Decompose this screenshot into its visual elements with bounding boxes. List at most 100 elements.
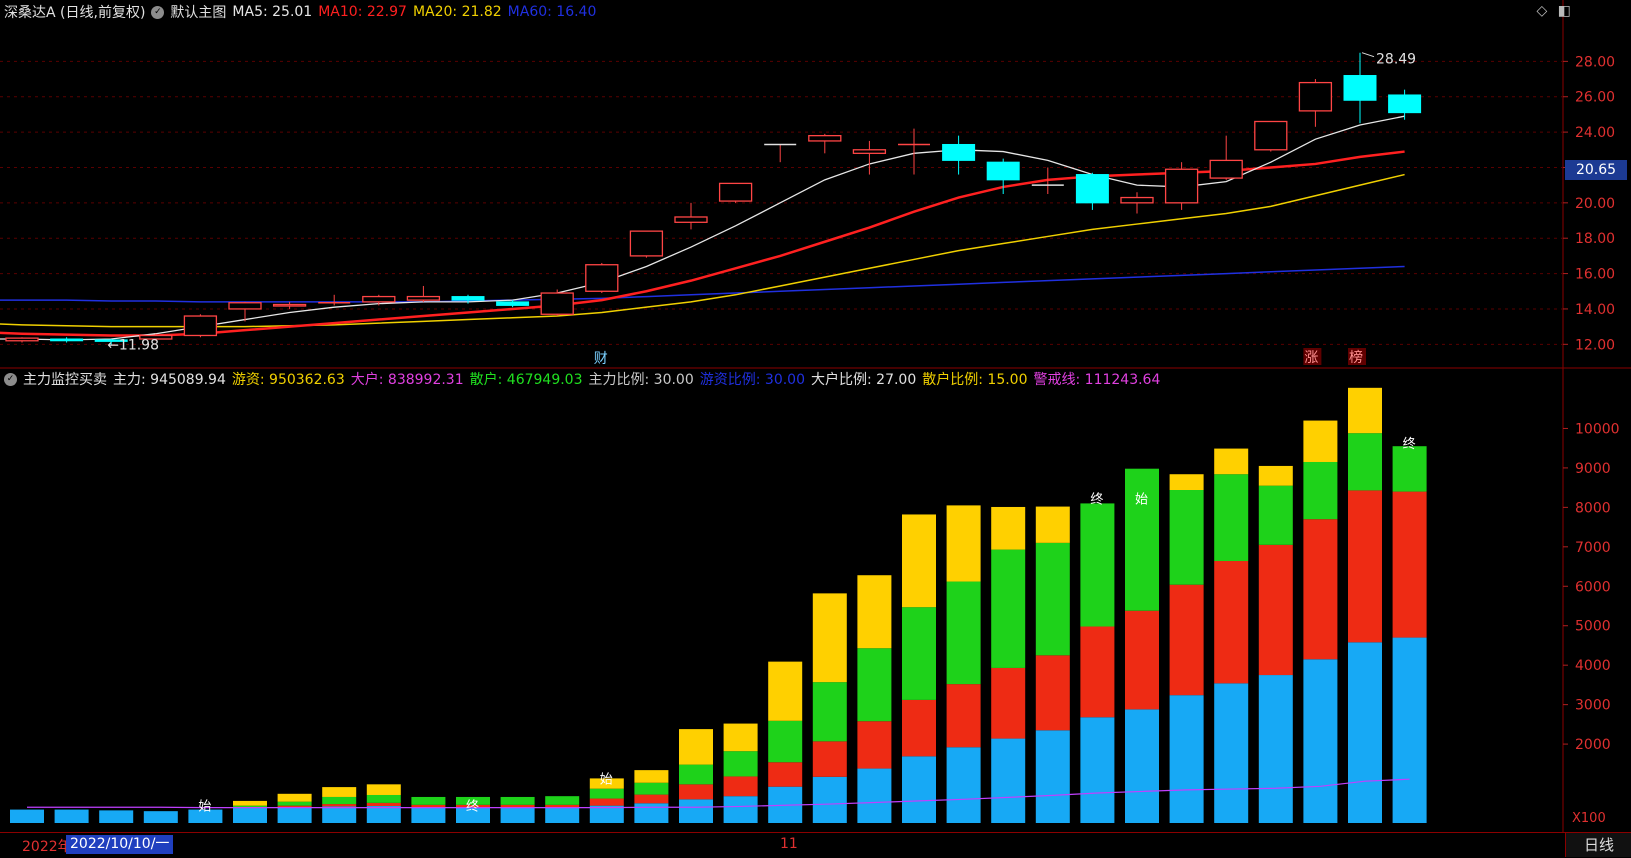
- indicator-header: ✓ 主力监控买卖 主力: 945089.94 游资: 950362.63 大户:…: [4, 369, 1160, 389]
- diamond-icon[interactable]: ◇: [1537, 3, 1548, 19]
- candle-up: [1298, 81, 1333, 112]
- bar-segment-red: [946, 684, 981, 748]
- indicator-toggle-icon[interactable]: ✓: [4, 372, 17, 386]
- event-mark-zhang: 涨: [1304, 350, 1318, 366]
- indicator-name[interactable]: 主力监控买卖: [23, 369, 107, 389]
- bar-segment-green: [1258, 485, 1293, 545]
- bar-segment-green: [1214, 474, 1249, 562]
- bar-segment-yellow: [723, 723, 758, 752]
- mark-zhong: 终: [1090, 491, 1103, 507]
- candle-up: [1209, 159, 1243, 179]
- bar-segment-yellow: [1169, 474, 1204, 491]
- indicator-tick-label: 5000: [1575, 619, 1611, 635]
- price-tick-label: 20.00: [1575, 196, 1615, 212]
- candle-down: [986, 161, 1020, 181]
- unit-label: X100: [1572, 811, 1606, 826]
- mark-shi: 始: [600, 773, 613, 788]
- bar-segment-blue: [991, 738, 1026, 823]
- candle-down: [451, 296, 485, 301]
- bar-segment-green: [768, 720, 803, 763]
- indicator-tick-label: 9000: [1575, 461, 1611, 477]
- bar-segment-blue: [857, 768, 892, 823]
- bar-segment-green: [1303, 461, 1338, 520]
- bar-segment-blue: [589, 805, 624, 823]
- price-tick-label: 26.00: [1575, 90, 1615, 106]
- mark-shi: 始: [198, 799, 211, 814]
- bar-segment-red: [1258, 544, 1293, 676]
- high-price-label: 28.49: [1376, 52, 1416, 68]
- bar-segment-red: [902, 699, 936, 757]
- bar-segment-green: [1169, 490, 1204, 585]
- candle-up: [1120, 196, 1154, 204]
- bar-segment-blue: [143, 811, 178, 823]
- bar-segment-yellow: [1258, 465, 1293, 486]
- bar-segment-green: [277, 801, 312, 806]
- price-tick-label: 24.00: [1575, 125, 1615, 141]
- youzi-value: 游资: 950362.63: [231, 372, 345, 388]
- high-pointer: [1361, 52, 1375, 58]
- bar-segment-red: [277, 805, 312, 808]
- bar-segment-red: [1348, 490, 1382, 643]
- bar-segment-red: [723, 776, 758, 797]
- price-tick-label: 16.00: [1575, 267, 1615, 283]
- bar-segment-blue: [54, 809, 89, 823]
- bar-segment-green: [679, 764, 713, 785]
- bar-segment-blue: [1169, 695, 1204, 823]
- period-button[interactable]: 日线: [1565, 833, 1631, 857]
- bar-segment-red: [589, 798, 624, 806]
- bar-segment-green: [1348, 433, 1382, 491]
- mark-zhong: 终: [466, 798, 479, 814]
- bar-segment-green: [500, 796, 535, 805]
- bar-segment-yellow: [679, 729, 713, 765]
- sanhu-ratio: 散户比例: 15.00: [922, 372, 1028, 388]
- zhuli-ratio: 主力比例: 30.00: [588, 372, 694, 388]
- candle-up: [674, 216, 708, 223]
- indicator-panel[interactable]: 10000 9000 8000 7000 6000 5000 4000 3000 2000 始终始…: [0, 369, 1631, 832]
- bar-segment-blue: [679, 799, 713, 823]
- window-toggle-icon[interactable]: ◧: [1558, 3, 1571, 19]
- top-icons: ◇ ◧: [1531, 3, 1571, 19]
- candle-up: [718, 182, 753, 202]
- bar-segment-red: [322, 804, 357, 807]
- template-label[interactable]: 默认主图: [170, 2, 226, 22]
- bar-segment-green: [589, 788, 624, 799]
- bar-segment-red: [768, 762, 803, 787]
- stock-title[interactable]: 深桑达A (日线,前复权): [4, 2, 145, 22]
- price-tick-label: 28.00: [1575, 54, 1615, 70]
- candle-up: [852, 149, 887, 154]
- bar-segment-red: [1303, 519, 1338, 660]
- bar-segment-blue: [366, 806, 401, 823]
- bar-segment-blue: [500, 807, 535, 823]
- candle-up: [629, 230, 664, 257]
- bar-segment-red: [1214, 561, 1249, 684]
- template-toggle-icon[interactable]: ✓: [151, 5, 165, 19]
- price-chart-panel[interactable]: 28.0026.0024.0022.0020.0018.0016.0014.00…: [0, 0, 1631, 369]
- bar-segment-blue: [1080, 717, 1115, 823]
- bar-segment-blue: [322, 806, 357, 823]
- event-mark-bang: 榜: [1349, 349, 1363, 366]
- bar-segment-red: [1125, 610, 1159, 710]
- candle-up: [808, 134, 842, 142]
- bar-segment-green: [322, 796, 357, 805]
- current-price-tag: 20.65: [1565, 160, 1627, 180]
- ma10-label: MA10: 22.97: [318, 4, 407, 20]
- ma5-label: MA5: 25.01: [232, 4, 313, 20]
- warning-line-value: 警戒线: 111243.64: [1033, 372, 1161, 388]
- selected-date[interactable]: 2022/10/10/一: [66, 835, 174, 854]
- price-chart-svg[interactable]: 28.0026.0024.0022.0020.0018.0016.0014.00…: [0, 0, 1631, 369]
- bar-segment-yellow: [1348, 387, 1382, 434]
- bar-segment-blue: [812, 776, 847, 823]
- bar-segment-blue: [946, 747, 981, 823]
- ma5-line: [0, 115, 1405, 341]
- bar-segment-blue: [723, 796, 758, 823]
- bar-segment-blue: [1214, 683, 1249, 823]
- candle-up: [1164, 168, 1199, 204]
- bar-segment-blue: [1348, 642, 1382, 823]
- dahu-value: 大户: 838992.31: [350, 372, 464, 388]
- bar-segment-green: [1125, 468, 1159, 611]
- candle-down: [50, 338, 84, 342]
- indicator-tick-label: 8000: [1575, 500, 1611, 516]
- candle-up: [585, 264, 619, 292]
- indicator-chart-svg[interactable]: 1000090008000700060005000400030002000始 终始…: [0, 369, 1631, 832]
- candle-up: [272, 303, 307, 307]
